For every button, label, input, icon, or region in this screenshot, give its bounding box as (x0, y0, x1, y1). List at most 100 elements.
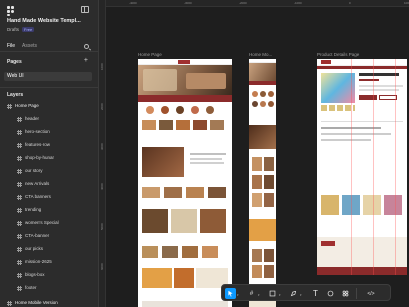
frame-icon (17, 130, 22, 135)
layer-label: Home Mobile Version (15, 300, 58, 305)
category-circle (176, 106, 184, 114)
toggle-panel-icon[interactable] (81, 6, 89, 13)
cta-banner (138, 268, 232, 290)
product-title (359, 73, 399, 76)
product-desc (359, 89, 399, 91)
mobile-hero (249, 63, 276, 81)
layer-item[interactable]: mission-2625 (0, 257, 98, 267)
frame-home-mobile[interactable] (249, 59, 276, 307)
search-icon[interactable] (84, 44, 89, 49)
chevron-down-icon[interactable]: ▾ (237, 293, 239, 297)
product-thumb (264, 175, 274, 189)
tab-assets[interactable]: Assets (22, 43, 37, 49)
arrival-thumb (186, 187, 204, 198)
layer-label: new Arrivals (25, 181, 50, 186)
product-thumb (264, 157, 274, 171)
layer-label: our picks (25, 246, 44, 251)
bottom-toolbar: ▾ # ▾ ▾ ▾ T </> (221, 284, 391, 301)
main-menu-icon[interactable] (7, 6, 17, 16)
actions-tool-icon[interactable] (340, 288, 351, 299)
layer-item[interactable]: our picks (0, 244, 98, 254)
layer-item[interactable]: trending (0, 205, 98, 215)
trending (138, 244, 232, 260)
pen-tool-icon[interactable] (288, 288, 299, 299)
product-thumb (252, 249, 262, 262)
pdp-footer (317, 237, 407, 267)
frame-label-home[interactable]: Home Page (138, 52, 162, 57)
pdp-bottom-bar (317, 267, 407, 275)
story-image (142, 147, 184, 177)
file-location-label[interactable]: Drafts (7, 27, 19, 32)
layer-item[interactable]: women's Special (0, 218, 98, 228)
product-thumb (252, 157, 262, 171)
frame-icon (17, 208, 22, 213)
cta-banners (138, 209, 232, 235)
related-thumb (363, 195, 381, 215)
add-page-icon[interactable]: + (84, 57, 88, 64)
design-canvas[interactable]: -4000 -3000 -2000 -1000 0 1000 1000 2000 3000 40… (99, 0, 409, 307)
frame-icon (17, 143, 22, 148)
layer-item[interactable]: hero-section (0, 127, 98, 137)
layout-grid-line (373, 59, 374, 275)
layer-item[interactable]: CTA-banner (0, 231, 98, 241)
frame-icon (17, 182, 22, 187)
hero-image-2 (186, 73, 226, 89)
layer-item[interactable]: our story (0, 166, 98, 176)
comment-tool-icon[interactable] (325, 288, 336, 299)
arrival-thumb (142, 187, 160, 198)
frame-tool-icon[interactable]: # (246, 288, 257, 299)
layer-item[interactable]: new Arrivals (0, 179, 98, 189)
layer-item[interactable]: features-row (0, 140, 98, 150)
ruler-tick-label: -3000 (184, 1, 192, 5)
shape-tool-icon[interactable] (267, 288, 278, 299)
mobile-story (249, 125, 276, 149)
design-app: Hand Made Website Templ... Drafts Free F… (0, 0, 409, 307)
layer-frame[interactable]: Home Mobile Version (0, 298, 98, 307)
chevron-down-icon[interactable]: ▾ (279, 293, 281, 297)
logo-mark (321, 60, 331, 64)
chevron-down-icon[interactable]: ▾ (300, 293, 302, 297)
ruler-tick-label: 1000 (100, 63, 104, 70)
mobile-trending (249, 249, 276, 279)
layer-item[interactable]: footer (0, 283, 98, 293)
mobile-cta (249, 219, 276, 241)
frame-label-product-details[interactable]: Product Details Page (317, 52, 359, 57)
tab-file[interactable]: File (7, 43, 15, 49)
chevron-down-icon[interactable]: ▾ (258, 293, 260, 297)
layer-label: CTA-banner (25, 233, 50, 238)
cta-banner-image (142, 268, 172, 288)
ruler-horizontal: -4000 -3000 -2000 -1000 0 1000 (99, 0, 409, 7)
add-to-cart (359, 95, 377, 100)
story-text (190, 158, 222, 160)
frame-label-home-mobile[interactable]: Home Mo... (249, 52, 272, 57)
frame-home-page[interactable] (138, 59, 232, 307)
move-tool-icon[interactable] (225, 288, 236, 299)
layer-item[interactable]: CTA banners (0, 192, 98, 202)
layer-item[interactable]: header (0, 114, 98, 124)
text-tool-icon[interactable]: T (310, 288, 321, 299)
frame-product-details[interactable] (317, 59, 407, 275)
trending-thumb (182, 246, 198, 258)
page-item-web-ui[interactable]: Web UI (4, 72, 92, 81)
layer-item[interactable]: shop-by-hunar (0, 153, 98, 163)
dev-mode-toggle[interactable]: </> (363, 288, 379, 299)
layer-label: blogs-box (25, 272, 45, 277)
arrival-thumb (164, 187, 182, 198)
layer-label: women's Special (25, 220, 59, 225)
layer-item[interactable]: blogs-box (0, 270, 98, 280)
category-circle (260, 91, 266, 97)
frame-icon (17, 234, 22, 239)
file-title[interactable]: Hand Made Website Templ... (7, 18, 81, 24)
ruler-tick-label: 6000 (100, 263, 104, 270)
layer-label: mission-2625 (25, 259, 52, 264)
product-desc (359, 85, 403, 87)
category-circle (161, 106, 169, 114)
ruler-vertical: 1000 2000 3000 4000 5000 6000 (99, 0, 106, 307)
frame-icon (7, 301, 12, 306)
frame-icon (17, 260, 22, 265)
hero-image (143, 69, 177, 91)
product-thumb (264, 249, 274, 262)
our-picks (138, 299, 232, 307)
category-circle (206, 106, 214, 114)
layer-frame[interactable]: Home Page (0, 101, 98, 111)
